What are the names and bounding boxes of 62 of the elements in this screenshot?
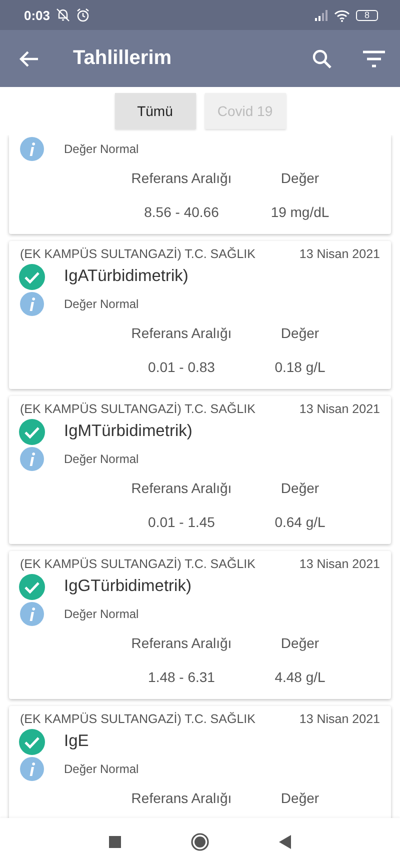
filter-tab[interactable]: Tümü — [114, 93, 196, 129]
test-name: IgE — [64, 732, 89, 751]
result-status: Değer Normal — [64, 142, 139, 156]
column-header: Değer — [280, 790, 320, 806]
home-icon[interactable] — [191, 833, 209, 851]
test-name: IgMTürbidimetrik) — [64, 422, 192, 441]
column-header: Referans Aralığı — [130, 790, 233, 806]
column-header: Değer — [280, 170, 320, 186]
reference-range: 0.01 - 0.83 — [147, 359, 216, 375]
result-date: 13 Nisan 2021 — [299, 402, 380, 416]
info-icon — [19, 446, 45, 472]
info-icon — [19, 290, 45, 316]
result-value: 0.64 g/L — [274, 514, 326, 530]
result-value: 4.48 g/L — [274, 669, 326, 685]
result-status: Değer Normal — [64, 762, 139, 776]
column-header: Referans Aralığı — [130, 170, 233, 186]
result-value: 19 mg/dL — [270, 204, 330, 220]
column-header: Değer — [280, 480, 320, 496]
result-date: 13 Nisan 2021 — [299, 557, 380, 571]
test-name: IgGTürbidimetrik) — [64, 577, 192, 596]
result-card[interactable]: Değer Normal Referans Aralığı Değer 8.56 - 40.66 19 mg/dL — [9, 135, 391, 234]
reference-range: 0.01 - 1.45 — [147, 514, 216, 530]
column-header: Değer — [280, 635, 320, 651]
search-icon[interactable] — [312, 48, 332, 68]
column-header: Referans Aralığı — [130, 480, 233, 496]
check-icon — [19, 418, 45, 444]
reference-range: 1.48 - 6.31 — [147, 669, 216, 685]
check-icon — [19, 728, 45, 754]
filter-icon[interactable] — [362, 50, 386, 68]
result-status: Değer Normal — [64, 606, 139, 620]
column-header: Değer — [280, 325, 320, 341]
battery-level: 8 — [364, 10, 370, 20]
bell-muted-icon — [56, 8, 70, 22]
back-icon[interactable] — [19, 50, 39, 68]
result-status: Değer Normal — [64, 296, 139, 310]
result-date: 13 Nisan 2021 — [299, 712, 380, 726]
wifi-icon — [334, 8, 350, 22]
result-card[interactable]: (EK KAMPÜS SULTANGAZİ) T.C. SAĞLIK 13 Nisan 2021 IgMTürbidimetrik) Değer Normal Referans Aralığı Değer 0.01 - 1.45 0.64 g/L — [9, 396, 391, 544]
signal-icon — [314, 9, 328, 21]
info-icon — [19, 756, 45, 782]
result-date: 13 Nisan 2021 — [299, 247, 380, 261]
result-card[interactable]: (EK KAMPÜS SULTANGAZİ) T.C. SAĞLIK 13 Nisan 2021 IgE Değer Normal Referans Aralığı Değer — [9, 706, 391, 818]
check-icon — [19, 574, 45, 600]
test-name: IgATürbidimetrik) — [64, 267, 188, 286]
column-header: Referans Aralığı — [130, 325, 233, 341]
hospital-name: (EK KAMPÜS SULTANGAZİ) T.C. SAĞLIK — [20, 247, 256, 261]
status-time: 0:03 — [24, 8, 50, 22]
back-nav-icon[interactable] — [279, 835, 291, 849]
result-value: 0.18 g/L — [274, 359, 326, 375]
hospital-name: (EK KAMPÜS SULTANGAZİ) T.C. SAĞLIK — [20, 712, 256, 726]
result-status: Değer Normal — [64, 452, 139, 466]
column-header: Referans Aralığı — [130, 635, 233, 651]
info-icon — [19, 136, 45, 162]
result-card[interactable]: (EK KAMPÜS SULTANGAZİ) T.C. SAĞLIK 13 Nisan 2021 IgATürbidimetrik) Değer Normal Referans Aralığı Değer 0.01 - 0.83 0.18 g/L — [9, 241, 391, 389]
screen-title: Tahlillerim — [73, 47, 173, 70]
reference-range: 8.56 - 40.66 — [143, 204, 220, 220]
alarm-icon — [76, 8, 90, 22]
hospital-name: (EK KAMPÜS SULTANGAZİ) T.C. SAĞLIK — [20, 402, 256, 416]
hospital-name: (EK KAMPÜS SULTANGAZİ) T.C. SAĞLIK — [20, 557, 256, 571]
info-icon — [19, 600, 45, 626]
check-icon — [19, 264, 45, 290]
result-card[interactable]: (EK KAMPÜS SULTANGAZİ) T.C. SAĞLIK 13 Nisan 2021 IgGTürbidimetrik) Değer Normal Referans Aralığı Değer 1.48 - 6.31 4.48 g/L — [9, 551, 391, 699]
